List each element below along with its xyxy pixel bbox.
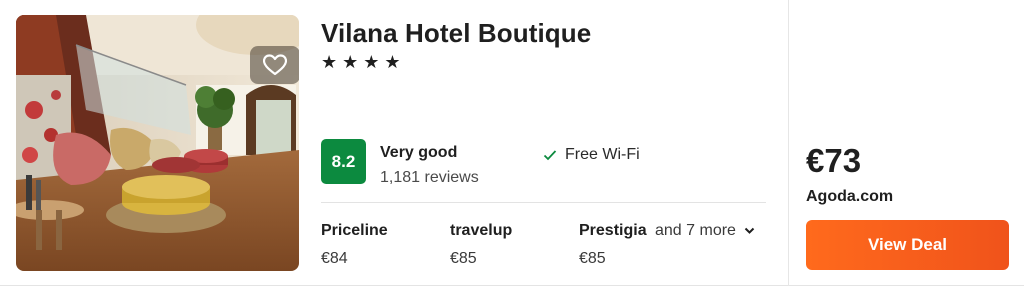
provider-price[interactable]: €84: [321, 250, 348, 268]
provider-price[interactable]: €85: [579, 250, 606, 268]
chevron-down-icon: [744, 227, 755, 234]
review-count[interactable]: 1,181 reviews: [380, 169, 479, 187]
more-providers-label: and 7 more: [655, 222, 736, 239]
favorite-button[interactable]: [250, 46, 299, 84]
view-deal-button[interactable]: View Deal: [806, 220, 1009, 270]
best-price[interactable]: €73: [806, 142, 861, 180]
hotel-name[interactable]: Vilana Hotel Boutique: [321, 18, 591, 49]
divider: [321, 202, 766, 203]
check-icon: [543, 150, 557, 161]
provider-name[interactable]: travelup: [450, 222, 512, 240]
column-separator: [788, 0, 789, 286]
hotel-result-card[interactable]: Vilana Hotel Boutique ★★★★ 8.2 Very good…: [0, 0, 1024, 286]
heart-icon: [263, 54, 287, 76]
provider-name[interactable]: Priceline: [321, 222, 388, 240]
best-price-vendor[interactable]: Agoda.com: [806, 188, 893, 206]
amenity-wifi: Free Wi-Fi: [543, 146, 640, 164]
hotel-photo[interactable]: [16, 15, 299, 271]
rating-label: Very good: [380, 144, 458, 161]
amenity-label: Free Wi-Fi: [565, 146, 640, 163]
provider-name[interactable]: Prestigia: [579, 222, 647, 240]
rating-score-badge: 8.2: [321, 139, 366, 184]
hotel-star-rating: ★★★★: [321, 52, 406, 72]
more-providers-dropdown[interactable]: and 7 more: [655, 222, 755, 240]
provider-price[interactable]: €85: [450, 250, 477, 268]
